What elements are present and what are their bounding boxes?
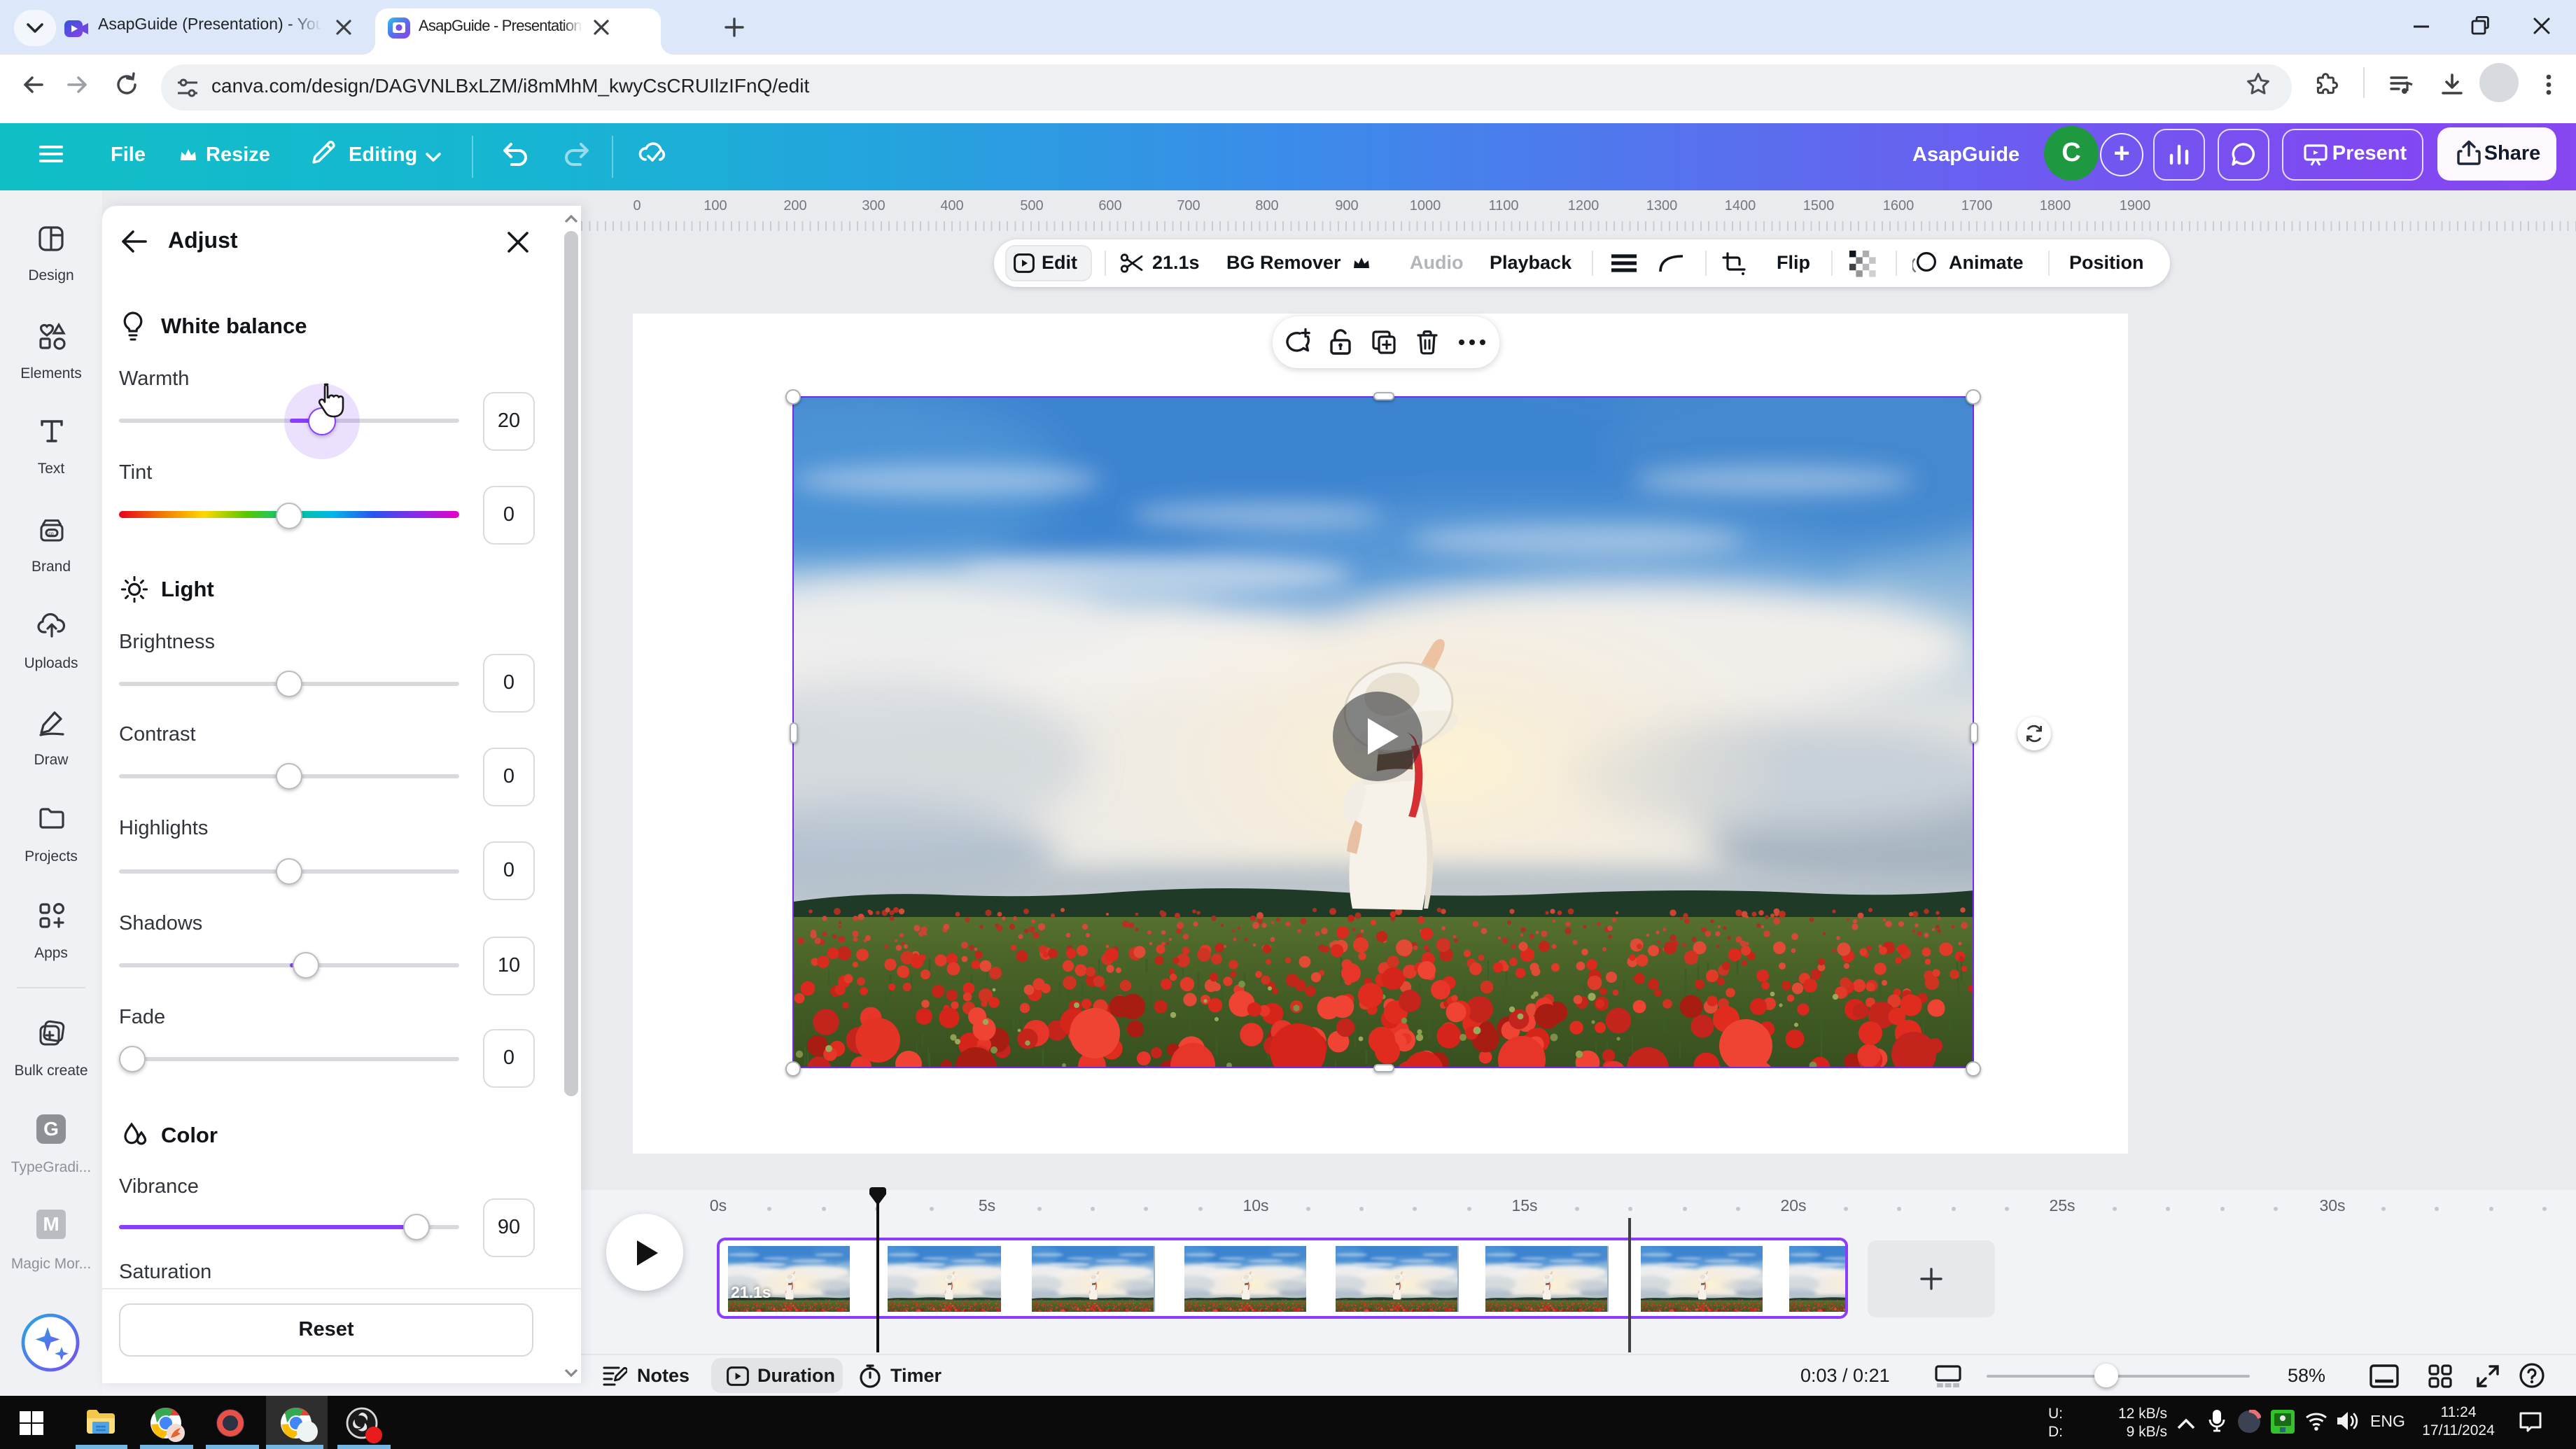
svg-text:co: co [48, 530, 53, 536]
